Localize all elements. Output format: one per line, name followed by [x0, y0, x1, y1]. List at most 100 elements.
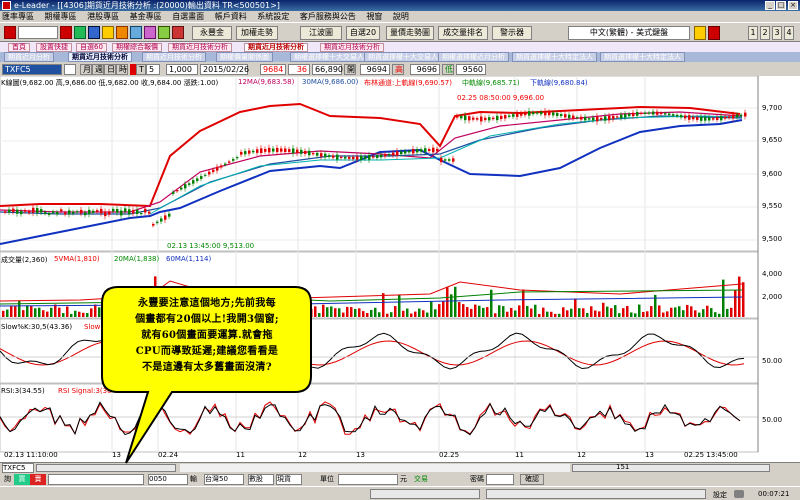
volume-bar: [718, 313, 721, 317]
candle-body: [264, 148, 267, 152]
symbol-combo[interactable]: [18, 26, 58, 39]
menu-item[interactable]: 自選畫面: [172, 12, 204, 21]
brand-icon[interactable]: [4, 26, 16, 39]
candle-body: [472, 117, 475, 120]
volume-bar: [650, 306, 653, 317]
menu-item[interactable]: 視窗: [366, 12, 382, 21]
tab-shortcut[interactable]: 設置快捷: [36, 43, 72, 52]
jiangbo-chart-button[interactable]: 江波圖: [300, 26, 342, 40]
price-type-select[interactable]: 現貨: [276, 474, 302, 485]
tab2-futures-tech-b[interactable]: 期貨近月技術分析: [142, 52, 206, 62]
minimize-button[interactable]: _: [765, 1, 775, 10]
maximize-button[interactable]: □: [776, 1, 786, 10]
count-input[interactable]: 1,000: [166, 64, 198, 75]
menu-item[interactable]: 匯率專區: [2, 12, 34, 21]
rsi-y-tick: 50.00: [762, 416, 783, 424]
volume-bar: [702, 309, 705, 317]
sell-button[interactable]: 賣: [30, 474, 46, 485]
t-value-input[interactable]: 5: [146, 64, 160, 75]
tab-home[interactable]: 首頁: [8, 43, 30, 52]
star-icon[interactable]: [694, 26, 706, 40]
sinopac-button[interactable]: 永豐金: [192, 26, 232, 40]
account-select[interactable]: [48, 474, 144, 485]
period-week[interactable]: 週: [92, 64, 104, 75]
unit-input[interactable]: [338, 474, 398, 485]
menu-item[interactable]: 系統設定: [257, 12, 289, 21]
volume-bar: [462, 304, 465, 317]
tab-futures-tech-3[interactable]: 期貨近月技術分析: [320, 43, 384, 52]
menu-item[interactable]: 基金專區: [130, 12, 162, 21]
order-label: 詢: [4, 475, 11, 483]
candle-body: [724, 116, 727, 119]
menu-item[interactable]: 帳戶資料: [215, 12, 247, 21]
tab2-top10-institutions-b[interactable]: 期貨選擇權十大特定法人: [600, 52, 685, 62]
toolbar-icon[interactable]: [102, 26, 114, 39]
tab2-futures-near[interactable]: 期貨近月分析: [4, 52, 54, 62]
toolbar-icon[interactable]: [88, 26, 100, 39]
tab-watch60[interactable]: 自選60: [76, 43, 107, 52]
period-month[interactable]: 月: [80, 64, 92, 75]
code-input[interactable]: 0050: [148, 474, 188, 485]
price-volume-trend-button[interactable]: 量價走勢圖: [386, 26, 434, 40]
close-button[interactable]: ×: [788, 1, 798, 10]
password-input[interactable]: [486, 474, 514, 485]
quote-volume: 66,890: [312, 64, 343, 75]
menu-item[interactable]: 期權專區: [45, 12, 77, 21]
volume-bar: [586, 312, 589, 317]
index-trend-button[interactable]: 加權走勢: [236, 26, 278, 40]
page-button-4[interactable]: 4: [784, 26, 794, 40]
menu-item[interactable]: 客戶服務與公告: [300, 12, 356, 21]
tab2-price-volume[interactable]: 期權價量關係圖: [216, 52, 273, 62]
order-type-label: 交易: [414, 475, 428, 483]
tab-options-quote[interactable]: 期權綜合報價: [112, 43, 162, 52]
date-input[interactable]: 2015/02/26: [200, 64, 249, 75]
stop-icon[interactable]: [708, 26, 720, 40]
tab2-futures-tech[interactable]: 期貨近月技術分析: [68, 52, 132, 62]
page-button-2[interactable]: 2: [760, 26, 770, 40]
volume-bar: [734, 289, 737, 317]
buy-button[interactable]: 買: [14, 474, 30, 485]
tab2-options-near[interactable]: 期權選擇權近月分析: [438, 52, 509, 62]
watchlist20-button[interactable]: 自選20: [346, 26, 380, 40]
toolbar-icon[interactable]: [172, 26, 184, 39]
candle-body: [708, 117, 711, 121]
candle-body: [272, 148, 275, 152]
candle-body: [400, 151, 403, 155]
tab2-top10-institutions[interactable]: 期貨選擇權十大特定法人: [512, 52, 597, 62]
toolbar-icon[interactable]: [60, 26, 72, 39]
tab-futures-tech-1[interactable]: 期貨近月技術分析: [168, 43, 232, 52]
menu-item[interactable]: 港股專區: [87, 12, 119, 21]
toolbar-icon[interactable]: [116, 26, 128, 39]
settings-label[interactable]: 設定: [713, 490, 727, 500]
period-day[interactable]: 日: [104, 64, 116, 75]
quantity-select[interactable]: 數股: [248, 474, 274, 485]
volume-ranking-button[interactable]: 成交量排名: [438, 26, 488, 40]
horizontal-scrollbar[interactable]: [572, 464, 770, 472]
volume-bar: [574, 298, 577, 317]
toolbar-icon[interactable]: [130, 26, 142, 39]
candle-body: [192, 180, 195, 184]
confirm-button[interactable]: 確認: [520, 474, 544, 485]
market-select[interactable]: 台灣50: [204, 474, 244, 485]
symbol-tab[interactable]: TXFC5: [2, 463, 34, 473]
period-hour[interactable]: 時: [116, 64, 128, 75]
bottom-status-bar: 設定 00:07:21: [0, 486, 800, 500]
tab-futures-tech-2[interactable]: 期貨近月技術分析: [244, 43, 308, 52]
symbol-input[interactable]: TXFC5: [2, 64, 62, 75]
candle-body: [160, 218, 163, 222]
volume-bar: [626, 305, 629, 317]
candle-body: [28, 211, 31, 214]
alert-button[interactable]: 警示器: [492, 26, 532, 40]
lock-icon: [734, 490, 744, 498]
toolbar-icon[interactable]: [144, 26, 156, 39]
tab2-top10-traders-b[interactable]: 期貨選擇權十大交易人: [364, 52, 442, 62]
toolbar-icon[interactable]: [74, 26, 86, 39]
ime-indicator[interactable]: 中文(繁體) - 美式鍵盤: [568, 26, 690, 40]
toolbar-icon[interactable]: [158, 26, 170, 39]
page-button-1[interactable]: 1: [748, 26, 758, 40]
symbol-dropdown[interactable]: [64, 64, 76, 75]
candle-body: [320, 153, 323, 157]
page-button-3[interactable]: 3: [772, 26, 782, 40]
tab2-top10-traders[interactable]: 期權選擇權十大交易人: [290, 52, 368, 62]
menu-item[interactable]: 說明: [393, 12, 409, 21]
